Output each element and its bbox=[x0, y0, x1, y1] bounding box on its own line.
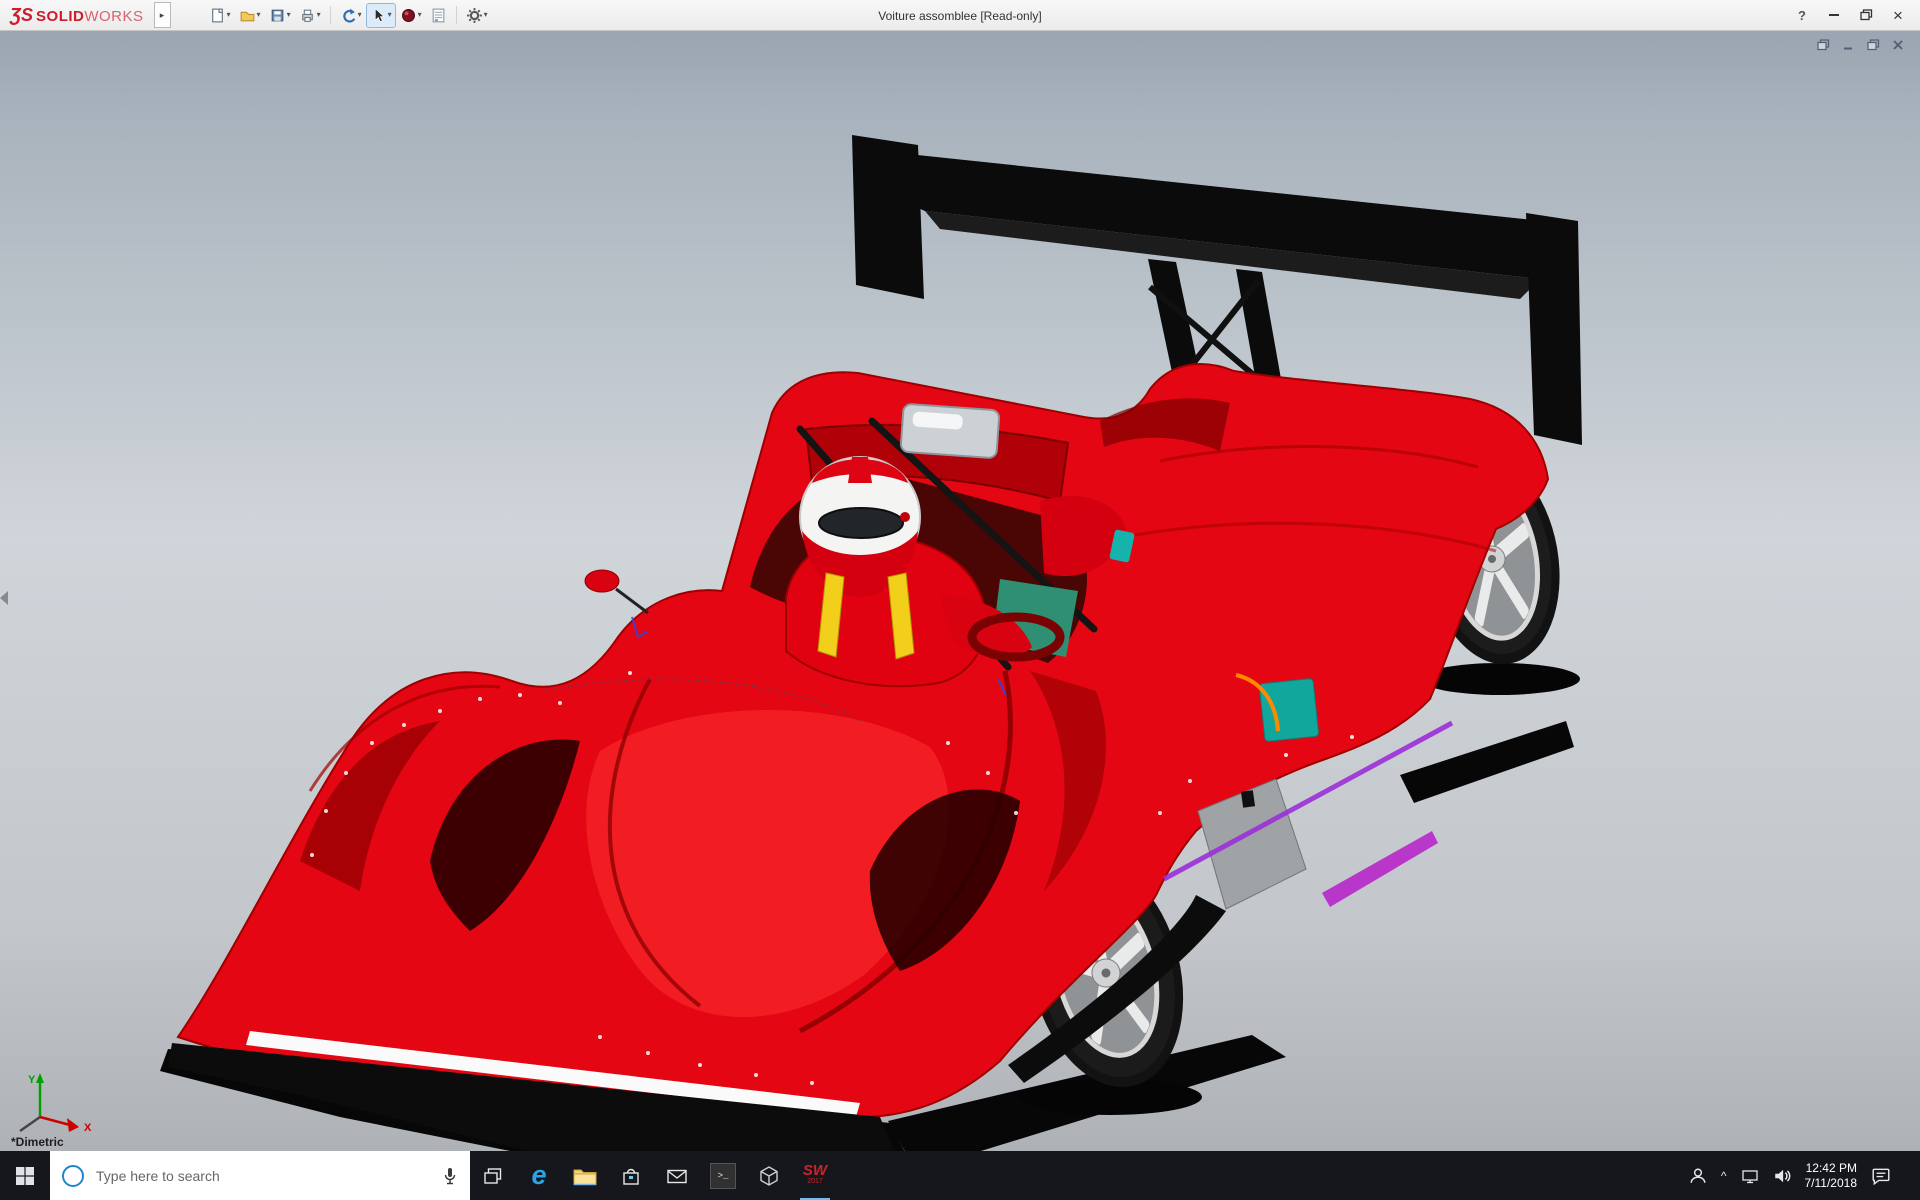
dropdown-caret-icon: ▾ bbox=[417, 10, 422, 19]
undo-arrow-icon bbox=[342, 8, 355, 23]
doc-minimize-button[interactable] bbox=[1840, 38, 1856, 52]
solidworks-app-icon: SW 2017 bbox=[802, 1161, 828, 1185]
flyout-arrow-icon: ▸ bbox=[159, 9, 165, 20]
taskbar-3d-app[interactable] bbox=[746, 1151, 792, 1200]
doc-restore-icon bbox=[1866, 39, 1879, 51]
y-axis-label: Y bbox=[28, 1074, 36, 1086]
task-view-icon bbox=[484, 1167, 502, 1184]
title-bar: ƷS SOLID WORKS ▸ ▾ ▾ ▾ ▾ ▾ ▾ ▾ ▾ Voiture… bbox=[0, 0, 1920, 31]
taskbar-mail[interactable] bbox=[654, 1151, 700, 1200]
windshield bbox=[899, 403, 1001, 459]
toolbar-separator bbox=[329, 6, 331, 24]
mail-envelope-icon bbox=[667, 1169, 687, 1183]
printer-icon bbox=[301, 9, 313, 22]
document-window-controls bbox=[1815, 38, 1906, 52]
doc-restore-button[interactable] bbox=[1865, 38, 1881, 52]
cube-icon bbox=[760, 1165, 778, 1186]
new-document-icon bbox=[211, 8, 223, 22]
tray-chevron-icon[interactable]: ^ bbox=[1721, 1169, 1727, 1183]
undo-button[interactable]: ▾ bbox=[336, 3, 366, 28]
select-tool-button[interactable]: ▾ bbox=[365, 2, 396, 28]
dropdown-caret-icon: ▾ bbox=[483, 10, 488, 19]
taskbar-store[interactable] bbox=[608, 1151, 654, 1200]
doc-close-button[interactable] bbox=[1890, 38, 1906, 52]
appearance-button[interactable]: ▾ bbox=[396, 3, 426, 28]
microphone-icon[interactable] bbox=[442, 1167, 458, 1185]
cascade-icon bbox=[1816, 39, 1829, 51]
options-gear-icon bbox=[466, 7, 482, 23]
print-button[interactable]: ▾ bbox=[295, 3, 325, 28]
taskbar-console-app[interactable]: >_ bbox=[700, 1151, 746, 1200]
file-explorer-icon bbox=[573, 1169, 597, 1185]
task-view-button[interactable] bbox=[470, 1151, 516, 1200]
taskbar-search[interactable] bbox=[50, 1151, 470, 1200]
view-orientation-label: *Dimetric bbox=[11, 1135, 64, 1149]
minimize-icon bbox=[1829, 14, 1839, 16]
material-sphere-icon bbox=[401, 8, 415, 22]
windows-logo-icon bbox=[16, 1166, 34, 1185]
brand-solid: SOLID bbox=[36, 7, 85, 25]
3d-viewport[interactable]: Y X bbox=[0, 31, 1920, 1151]
dropdown-caret-icon: ▾ bbox=[256, 10, 261, 19]
store-bag-icon bbox=[623, 1168, 639, 1185]
ds-logo-icon: ƷS bbox=[10, 4, 34, 25]
help-button[interactable]: ? bbox=[1786, 3, 1818, 27]
restore-button[interactable] bbox=[1850, 3, 1882, 27]
taskbar-file-explorer[interactable] bbox=[562, 1151, 608, 1200]
window-controls: ? × bbox=[1786, 3, 1920, 27]
select-cursor-icon bbox=[374, 7, 385, 22]
clock-date: 7/11/2018 bbox=[1804, 1175, 1858, 1190]
dropdown-caret-icon: ▾ bbox=[226, 10, 231, 19]
brand-works: WORKS bbox=[84, 7, 144, 25]
speaker-icon[interactable] bbox=[1773, 1168, 1791, 1184]
graphics-area[interactable]: Y X *Dimetric bbox=[0, 31, 1920, 1151]
cortana-icon bbox=[62, 1164, 84, 1187]
toolbar-flyout-button[interactable]: ▸ bbox=[153, 2, 171, 28]
report-button[interactable] bbox=[426, 3, 451, 28]
close-button[interactable]: × bbox=[1882, 3, 1914, 27]
close-icon: × bbox=[1893, 5, 1903, 25]
search-input[interactable] bbox=[94, 1166, 432, 1185]
windows-taskbar: e >_ SW 2017 ^ 12:42 PM 7/11 bbox=[0, 1151, 1920, 1200]
new-document-button[interactable]: ▾ bbox=[205, 3, 235, 28]
action-center-icon[interactable] bbox=[1871, 1167, 1891, 1185]
save-button[interactable]: ▾ bbox=[265, 3, 295, 28]
options-button[interactable]: ▾ bbox=[462, 3, 492, 28]
doc-cascade-button[interactable] bbox=[1815, 38, 1831, 52]
x-axis-label: X bbox=[84, 1122, 92, 1134]
doc-minimize-icon bbox=[1844, 47, 1852, 50]
console-icon: >_ bbox=[710, 1162, 736, 1189]
restore-icon bbox=[1859, 9, 1872, 21]
clock-time: 12:42 PM bbox=[1805, 1160, 1857, 1175]
network-icon[interactable] bbox=[1741, 1168, 1759, 1184]
dropdown-caret-icon: ▾ bbox=[387, 10, 392, 19]
dropdown-caret-icon: ▾ bbox=[316, 10, 321, 19]
doc-close-icon bbox=[1893, 40, 1903, 50]
quick-access-toolbar: ▾ ▾ ▾ ▾ ▾ ▾ ▾ ▾ bbox=[205, 2, 492, 28]
system-tray: ^ 12:42 PM 7/11/2018 bbox=[1689, 1151, 1920, 1200]
open-button[interactable]: ▾ bbox=[235, 3, 265, 28]
dropdown-caret-icon: ▾ bbox=[357, 10, 362, 19]
taskbar-edge[interactable]: e bbox=[516, 1151, 562, 1200]
taskbar-solidworks[interactable]: SW 2017 bbox=[792, 1151, 838, 1200]
side-mirror bbox=[584, 569, 620, 593]
edge-icon: e bbox=[531, 1160, 547, 1190]
open-folder-icon bbox=[240, 11, 254, 21]
minimize-button[interactable] bbox=[1818, 3, 1850, 27]
taskbar-apps: e >_ SW 2017 bbox=[470, 1151, 838, 1200]
toolbar-separator bbox=[455, 6, 457, 24]
report-sheet-icon bbox=[432, 8, 444, 22]
panel-collapse-arrow[interactable] bbox=[0, 591, 8, 605]
tray-clock[interactable]: 12:42 PM 7/11/2018 bbox=[1805, 1161, 1858, 1191]
start-button[interactable] bbox=[0, 1151, 50, 1200]
people-icon[interactable] bbox=[1689, 1167, 1707, 1185]
dropdown-caret-icon: ▾ bbox=[286, 10, 291, 19]
helmet-visor bbox=[818, 507, 904, 539]
save-floppy-icon bbox=[271, 9, 283, 21]
solidworks-logo: ƷS SOLID WORKS bbox=[0, 5, 144, 26]
